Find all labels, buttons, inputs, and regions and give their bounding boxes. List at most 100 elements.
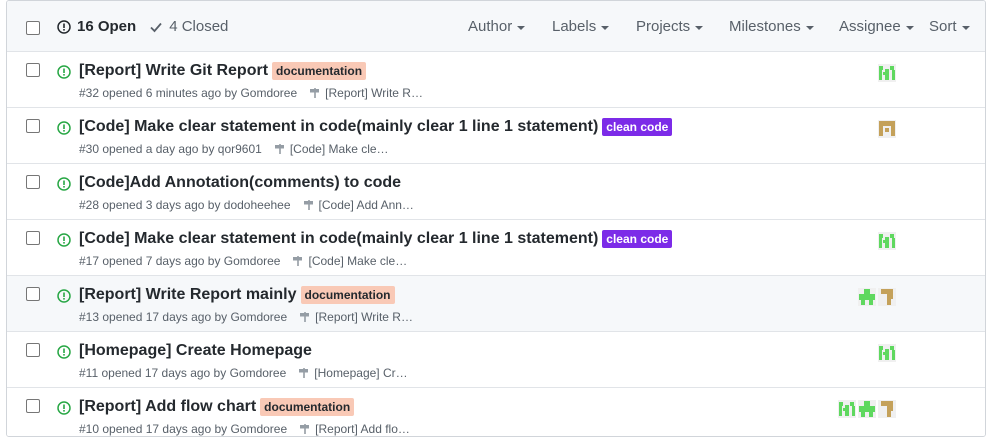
milestone-icon: [310, 88, 320, 98]
milestones-filter[interactable]: Milestones: [729, 18, 814, 35]
labels-filter[interactable]: Labels: [552, 18, 610, 35]
issue-label[interactable]: documentation: [300, 286, 395, 304]
issue-row[interactable]: [Report] Add flow chart documentation #10…: [7, 388, 985, 436]
milestone-link[interactable]: [Report] Write R…: [299, 310, 413, 324]
avatar[interactable]: [858, 288, 876, 306]
issue-opened-icon: [57, 19, 71, 34]
issue-label[interactable]: clean code: [602, 118, 673, 136]
issue-label[interactable]: documentation: [260, 398, 355, 416]
issue-title-link[interactable]: [Report] Write Git Report: [79, 62, 268, 80]
issue-title-link[interactable]: [Code]Add Annotation(comments) to code: [79, 174, 401, 192]
sort-filter[interactable]: Sort: [929, 18, 970, 35]
issue-row[interactable]: [Code]Add Annotation(comments) to code #…: [7, 164, 985, 220]
sort-filter-label: Sort: [929, 18, 957, 35]
milestone-label: [Report] Write R…: [315, 310, 413, 324]
issue-title-line: [Report] Write Report mainly documentatio…: [79, 286, 395, 304]
assignee-avatars: [876, 344, 896, 362]
issue-row[interactable]: [Homepage] Create Homepage #11 opened 17…: [7, 332, 985, 388]
avatar[interactable]: [838, 400, 856, 418]
issue-checkbox[interactable]: [26, 175, 40, 189]
milestone-link[interactable]: [Code] Make cle…: [274, 142, 389, 156]
issue-title-link[interactable]: [Code] Make clear statement in code(main…: [79, 118, 598, 136]
projects-filter-label: Projects: [636, 18, 691, 35]
milestone-icon: [293, 256, 303, 266]
open-issues-link[interactable]: 16 Open: [57, 18, 136, 35]
author-filter-label: Author: [468, 18, 513, 35]
issue-opened-info: #30 opened a day ago by qor9601: [79, 142, 262, 156]
assignee-filter-label: Assignee: [839, 18, 901, 35]
issue-checkbox[interactable]: [26, 399, 40, 413]
closed-issues-link[interactable]: 4 Closed: [149, 18, 228, 35]
issue-opened-icon: [57, 233, 71, 247]
select-all-checkbox[interactable]: [26, 21, 40, 35]
issue-meta: #13 opened 17 days ago by Gomdoree [Repo…: [79, 310, 413, 324]
issue-meta: #32 opened 6 minutes ago by Gomdoree [Re…: [79, 86, 423, 100]
milestone-link[interactable]: [Code] Make cle…: [292, 254, 407, 268]
milestone-label: [Code] Make cle…: [308, 254, 408, 268]
assignee-avatars: [876, 64, 896, 82]
avatar[interactable]: [858, 400, 876, 418]
milestone-link[interactable]: [Code] Add Ann…: [303, 198, 414, 212]
milestone-label: [Code] Make cle…: [289, 142, 389, 156]
assignee-avatars: [876, 232, 896, 250]
avatar[interactable]: [878, 232, 896, 250]
issue-meta: #10 opened 17 days ago by Gomdoree [Repo…: [79, 422, 410, 436]
issue-title-link[interactable]: [Report] Add flow chart: [79, 398, 256, 416]
issue-opened-info: #28 opened 3 days ago by dodoheehee: [79, 198, 291, 212]
avatar[interactable]: [878, 64, 896, 82]
issue-title-line: [Code] Make clear statement in code(main…: [79, 230, 673, 248]
open-count-label: 16 Open: [77, 18, 137, 35]
avatar[interactable]: [878, 344, 896, 362]
issue-row[interactable]: [Code] Make clear statement in code(main…: [7, 108, 985, 164]
milestone-icon: [299, 368, 309, 378]
issue-title-link[interactable]: [Report] Write Report mainly: [79, 286, 297, 304]
issue-title-line: [Homepage] Create Homepage: [79, 342, 312, 360]
issue-row[interactable]: [Report] Write Git Report documentation #…: [7, 52, 985, 108]
milestone-icon: [300, 312, 310, 322]
issues-list-box: 16 Open 4 Closed Author Labels Projects …: [6, 0, 986, 437]
issue-meta: #28 opened 3 days ago by dodoheehee [Cod…: [79, 198, 414, 212]
issue-row[interactable]: [Report] Write Report mainly documentatio…: [7, 276, 985, 332]
avatar[interactable]: [878, 120, 896, 138]
milestone-label: [Report] Add flo…: [315, 422, 410, 436]
milestone-link[interactable]: [Report] Add flo…: [299, 422, 410, 436]
issue-title-link[interactable]: [Code] Make clear statement in code(main…: [79, 230, 598, 248]
issue-opened-icon: [57, 121, 71, 135]
milestone-label: [Code] Add Ann…: [318, 198, 414, 212]
milestone-icon: [303, 200, 313, 210]
caret-down-icon: [805, 25, 814, 30]
issue-checkbox[interactable]: [26, 231, 40, 245]
issue-opened-icon: [57, 289, 71, 303]
issue-title-link[interactable]: [Homepage] Create Homepage: [79, 342, 312, 360]
issue-row[interactable]: [Code] Make clear statement in code(main…: [7, 220, 985, 276]
avatar[interactable]: [878, 288, 896, 306]
issue-meta: #11 opened 17 days ago by Gomdoree [Home…: [79, 366, 408, 380]
labels-filter-label: Labels: [552, 18, 597, 35]
milestone-link[interactable]: [Report] Write R…: [309, 86, 423, 100]
projects-filter[interactable]: Projects: [636, 18, 704, 35]
issue-checkbox[interactable]: [26, 287, 40, 301]
issue-title-line: [Code]Add Annotation(comments) to code: [79, 174, 401, 192]
assignee-avatars: [876, 120, 896, 138]
closed-count-label: 4 Closed: [169, 18, 229, 35]
issue-checkbox[interactable]: [26, 63, 40, 77]
avatar[interactable]: [878, 400, 896, 418]
milestone-link[interactable]: [Homepage] Cr…: [298, 366, 408, 380]
assignee-avatars: [856, 288, 896, 306]
caret-down-icon: [695, 25, 704, 30]
issue-checkbox[interactable]: [26, 119, 40, 133]
caret-down-icon: [905, 25, 914, 30]
issue-label[interactable]: clean code: [602, 230, 673, 248]
milestone-icon: [274, 144, 284, 154]
issue-checkbox[interactable]: [26, 343, 40, 357]
issue-opened-info: #10 opened 17 days ago by Gomdoree: [79, 422, 288, 436]
assignee-filter[interactable]: Assignee: [839, 18, 914, 35]
issue-meta: #30 opened a day ago by qor9601 [Code] M…: [79, 142, 389, 156]
issue-opened-info: #32 opened 6 minutes ago by Gomdoree: [79, 86, 298, 100]
milestone-icon: [300, 424, 310, 434]
issue-opened-info: #11 opened 17 days ago by Gomdoree: [79, 366, 287, 380]
milestone-label: [Report] Write R…: [325, 86, 423, 100]
caret-down-icon: [961, 25, 970, 30]
author-filter[interactable]: Author: [468, 18, 526, 35]
issue-label[interactable]: documentation: [272, 62, 367, 80]
